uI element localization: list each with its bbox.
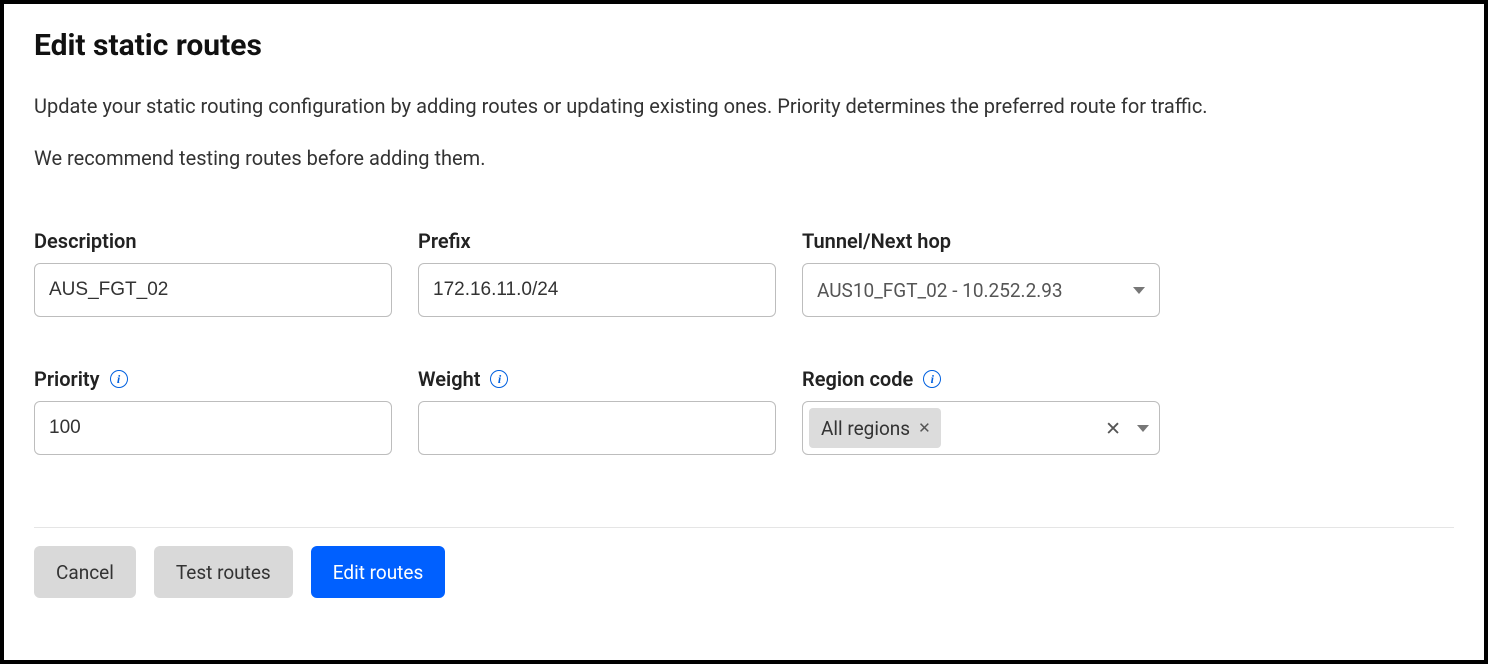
info-icon[interactable]: i	[490, 370, 508, 388]
priority-input[interactable]	[34, 401, 392, 455]
region-label: Region code	[802, 367, 913, 391]
edit-routes-button[interactable]: Edit routes	[311, 546, 446, 598]
info-icon[interactable]: i	[110, 370, 128, 388]
tunnel-label: Tunnel/Next hop	[802, 229, 951, 253]
region-tag-label: All regions	[821, 417, 910, 440]
prefix-label: Prefix	[418, 229, 471, 253]
region-select[interactable]: All regions ✕ ✕	[802, 401, 1160, 455]
weight-input[interactable]	[418, 401, 776, 455]
tunnel-value: AUS10_FGT_02 - 10.252.2.93	[817, 279, 1063, 302]
info-icon[interactable]: i	[923, 370, 941, 388]
cancel-button[interactable]: Cancel	[34, 546, 136, 598]
tunnel-select[interactable]: AUS10_FGT_02 - 10.252.2.93	[802, 263, 1160, 317]
remove-tag-icon[interactable]: ✕	[918, 421, 931, 436]
prefix-input[interactable]	[418, 263, 776, 317]
description-label: Description	[34, 229, 137, 253]
priority-label: Priority	[34, 367, 100, 391]
test-routes-button[interactable]: Test routes	[154, 546, 293, 598]
chevron-down-icon	[1133, 287, 1145, 294]
page-title: Edit static routes	[34, 28, 1454, 63]
intro-text: Update your static routing configuration…	[34, 91, 1454, 121]
region-tag: All regions ✕	[809, 408, 941, 448]
recommend-text: We recommend testing routes before addin…	[34, 143, 1454, 173]
weight-label: Weight	[418, 367, 480, 391]
chevron-down-icon[interactable]	[1137, 425, 1149, 432]
divider	[34, 527, 1454, 528]
clear-all-icon[interactable]: ✕	[1099, 419, 1127, 438]
description-input[interactable]	[34, 263, 392, 317]
